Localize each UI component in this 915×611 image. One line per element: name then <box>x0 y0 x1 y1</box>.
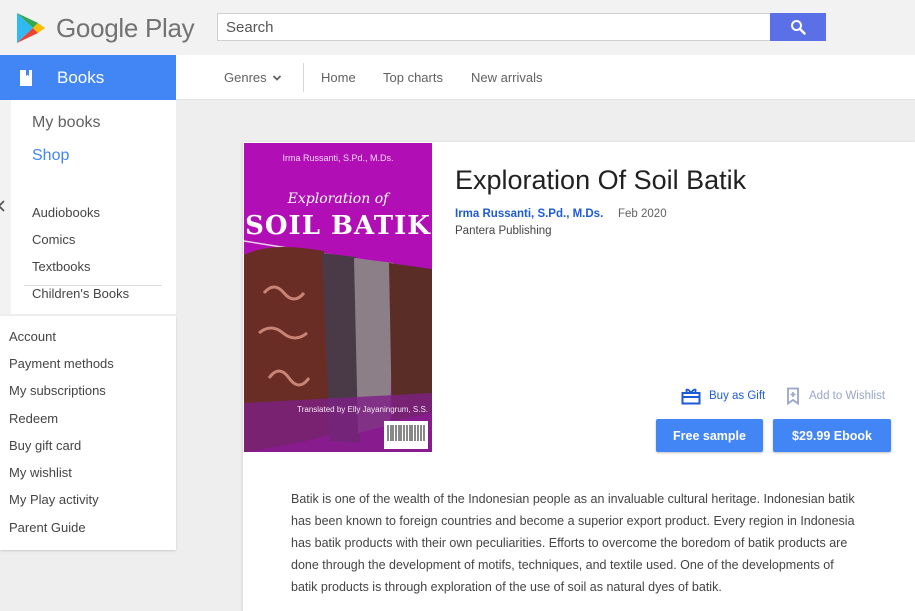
account-link-subscriptions[interactable]: My subscriptions <box>9 383 106 398</box>
description-line: done through the development of motifs, … <box>291 558 834 572</box>
buy-as-gift-button[interactable]: Buy as Gift <box>681 387 765 405</box>
account-link-play-activity[interactable]: My Play activity <box>9 492 99 507</box>
gift-icon <box>681 388 701 405</box>
bookmark-add-icon <box>787 387 799 405</box>
collapse-sidebar-icon[interactable] <box>0 200 6 212</box>
sidebar-item-shop[interactable]: Shop <box>32 147 69 165</box>
search-bar <box>217 13 826 41</box>
cover-title-line2: SOIL BATIK <box>245 211 431 241</box>
account-link-buy-gift-card[interactable]: Buy gift card <box>9 438 81 453</box>
description-line: has been known to foreign countries and … <box>291 514 855 528</box>
add-to-wishlist-button[interactable]: Add to Wishlist <box>786 387 885 405</box>
nav-new-arrivals[interactable]: New arrivals <box>471 70 543 85</box>
account-link-payment-methods[interactable]: Payment methods <box>9 356 114 371</box>
genres-dropdown[interactable]: Genres <box>224 70 282 85</box>
genres-label: Genres <box>224 70 267 85</box>
buy-as-gift-label: Buy as Gift <box>709 390 766 402</box>
account-link-redeem[interactable]: Redeem <box>9 411 58 426</box>
search-button[interactable] <box>770 13 826 41</box>
sidebar-item-childrens-books[interactable]: Children's Books <box>32 286 129 301</box>
cover-author: Irma Russanti, S.Pd., M.Ds. <box>282 153 394 163</box>
cover-translator: Translated by Elly Jayaningrum, S.S. <box>297 405 428 414</box>
description-line: Batik is one of the wealth of the Indone… <box>291 492 855 506</box>
google-play-logo[interactable]: Google Play <box>14 11 195 45</box>
sidebar-item-audiobooks[interactable]: Audiobooks <box>32 205 100 220</box>
brand-name: Google Play <box>56 12 195 43</box>
book-title: Exploration Of Soil Batik <box>455 165 747 195</box>
account-link-account[interactable]: Account <box>9 329 56 344</box>
category-nav: Genres Home Top charts New arrivals <box>176 55 915 100</box>
sidebar-item-textbooks[interactable]: Textbooks <box>32 259 91 274</box>
chevron-down-icon <box>272 74 281 81</box>
search-icon <box>791 20 806 35</box>
account-link-wishlist[interactable]: My wishlist <box>9 465 72 480</box>
sidebar-nav: My books Shop Audiobooks Comics Textbook… <box>0 100 176 314</box>
book-description: Batik is one of the wealth of the Indone… <box>291 488 881 598</box>
author-link[interactable]: Irma Russanti, S.Pd., M.Ds. <box>455 208 603 220</box>
description-line: has batik products with their own peculi… <box>291 536 848 550</box>
description-line: batik products is through exploration of… <box>291 580 722 594</box>
add-to-wishlist-label: Add to Wishlist <box>809 390 886 402</box>
account-link-parent-guide[interactable]: Parent Guide <box>9 520 86 535</box>
book-details-card: Irma Russanti, S.Pd., M.Ds. Exploration … <box>243 142 915 611</box>
search-input[interactable] <box>217 13 770 41</box>
sidebar-item-my-books[interactable]: My books <box>32 114 100 132</box>
cover-title-line1: Exploration of <box>287 191 389 207</box>
top-bar: Google Play <box>0 0 915 55</box>
publisher-name: Pantera Publishing <box>455 225 552 237</box>
account-menu: Account Payment methods My subscriptions… <box>0 316 176 550</box>
books-section-label: Books <box>57 67 105 87</box>
buy-ebook-button[interactable]: $29.99 Ebook <box>773 419 891 452</box>
free-sample-button[interactable]: Free sample <box>656 419 763 452</box>
books-section-tab[interactable]: Books <box>0 55 176 100</box>
play-triangle-icon <box>17 13 45 43</box>
book-icon <box>20 69 32 86</box>
publish-date: Feb 2020 <box>618 208 667 220</box>
book-cover[interactable]: Irma Russanti, S.Pd., M.Ds. Exploration … <box>244 143 432 452</box>
sidebar-item-comics[interactable]: Comics <box>32 232 75 247</box>
nav-top-charts[interactable]: Top charts <box>383 70 443 85</box>
nav-divider <box>303 63 304 92</box>
nav-home[interactable]: Home <box>321 70 356 85</box>
